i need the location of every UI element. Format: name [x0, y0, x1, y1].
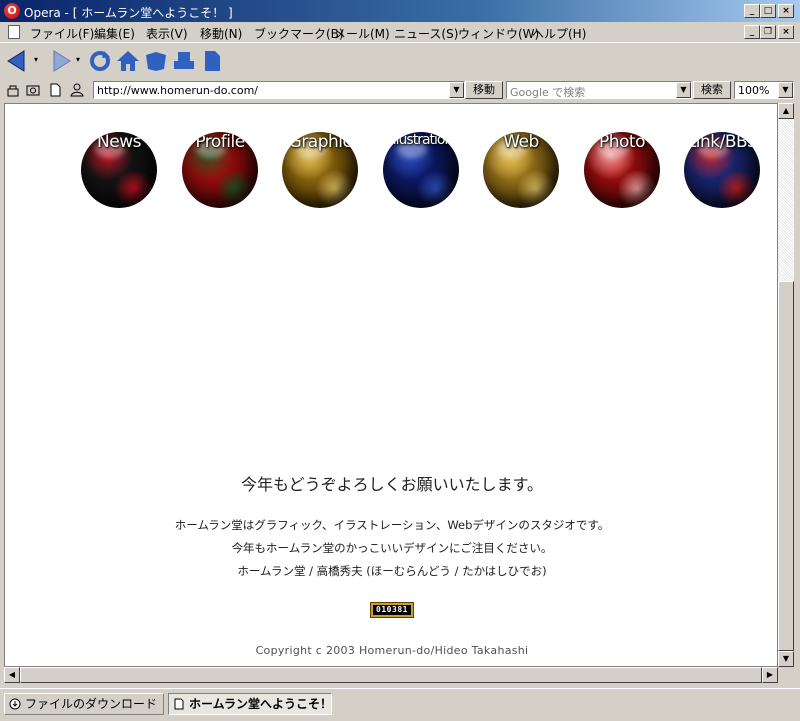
horizontal-scroll-thumb[interactable] [20, 667, 762, 683]
nav-label: Link/BBS [686, 132, 758, 152]
nav-label: Photo [599, 132, 646, 152]
security-icon[interactable] [6, 83, 20, 97]
menu-bookmarks[interactable]: ブックマーク(B) [254, 25, 344, 42]
nav-label: Illustration [389, 132, 454, 148]
doc-close-button[interactable]: × [778, 25, 794, 39]
document-icon[interactable] [200, 49, 224, 73]
search-engine-dropdown-icon[interactable]: ▼ [676, 82, 691, 98]
menu-news[interactable]: ニュース(S) [394, 25, 458, 42]
user-icon[interactable] [70, 83, 84, 97]
nav-news-button[interactable]: News [81, 132, 157, 208]
nav-label: Profile [195, 132, 245, 152]
description-line: ホームラン堂はグラフィック、イラストレーション、Webデザインのスタジオです。 [174, 518, 610, 532]
tab-label: ファイルのダウンロード [25, 697, 158, 711]
window-title: Opera - [ ホームラン堂へようこそ！ ] [24, 6, 233, 20]
minimize-button[interactable]: _ [744, 4, 760, 18]
nav-label: News [97, 132, 141, 152]
page-content: News Profile Graphic Illustration Web Photo Li… [4, 103, 778, 667]
page-icon [174, 698, 184, 710]
scroll-left-icon[interactable]: ◀ [4, 667, 20, 683]
nav-illustration-button[interactable]: Illustration [383, 132, 459, 208]
menu-help[interactable]: ヘルプ(H) [532, 25, 586, 42]
copyright-text: Copyright c 2003 Homerun-do/Hideo Takaha… [255, 644, 529, 657]
document-icon [8, 25, 20, 39]
back-icon[interactable] [6, 49, 30, 73]
doc-minimize-button[interactable]: _ [744, 25, 760, 39]
maximize-button[interactable]: □ [760, 4, 776, 18]
url-dropdown-icon[interactable]: ▼ [449, 82, 464, 98]
nav-link-bbs-button[interactable]: Link/BBS [684, 132, 760, 208]
nav-profile-button[interactable]: Profile [182, 132, 258, 208]
scroll-right-icon[interactable]: ▶ [762, 667, 778, 683]
home-icon[interactable] [116, 49, 140, 73]
forward-dropdown-icon[interactable]: ▾ [76, 55, 80, 64]
url-input[interactable]: http://www.homerun-do.com/ [93, 81, 465, 99]
tab-homerun-do[interactable]: ホームラン堂へようこそ！ [168, 693, 332, 715]
close-button[interactable]: × [778, 4, 794, 18]
scroll-up-icon[interactable]: ▲ [778, 103, 794, 119]
vertical-scroll-thumb[interactable] [778, 281, 794, 651]
menu-window[interactable]: ウィンドウ(W) [458, 25, 539, 42]
description-line: 今年もホームラン堂のかっこいいデザインにご注目ください。 [231, 541, 553, 555]
scroll-down-icon[interactable]: ▼ [778, 651, 794, 667]
nav-photo-button[interactable]: Photo [584, 132, 660, 208]
nav-web-button[interactable]: Web [483, 132, 559, 208]
horizontal-scrollbar[interactable]: ◀ ▶ [4, 667, 778, 683]
visitor-counter: 010381 [370, 602, 414, 618]
doc-restore-button[interactable]: ❐ [760, 25, 776, 39]
print-icon[interactable] [172, 49, 196, 73]
menu-view[interactable]: 表示(V) [146, 25, 188, 42]
download-icon [9, 698, 21, 710]
zoom-dropdown-icon[interactable]: ▼ [778, 82, 793, 98]
go-button[interactable]: 移動 [465, 81, 503, 99]
counter-value: 010381 [373, 605, 411, 615]
back-dropdown-icon[interactable]: ▾ [34, 55, 38, 64]
menu-bar: ファイル(F) 編集(E) 表示(V) 移動(N) ブックマーク(B) メール(… [0, 22, 800, 42]
menu-edit[interactable]: 編集(E) [94, 25, 135, 42]
forward-icon[interactable] [48, 49, 72, 73]
opera-logo-icon: O [4, 3, 20, 19]
tab-label: ホームラン堂へようこそ！ [189, 697, 333, 711]
page-icon[interactable] [48, 83, 62, 97]
nav-graphic-button[interactable]: Graphic [282, 132, 358, 208]
tab-downloads[interactable]: ファイルのダウンロード [4, 693, 164, 715]
vertical-scrollbar[interactable]: ▲ ▼ [778, 103, 794, 667]
address-bar: http://www.homerun-do.com/ ▼ 移動 Google で… [0, 79, 800, 102]
menu-navigate[interactable]: 移動(N) [200, 25, 242, 42]
greeting-text: 今年もどうぞよろしくお願いいたします。 [240, 475, 544, 494]
search-button[interactable]: 検索 [693, 81, 731, 99]
nav-ball-bar: News Profile Graphic Illustration Web Photo Li… [81, 132, 777, 212]
nav-label: Graphic [288, 132, 352, 152]
description-line: ホームラン堂 / 高橋秀夫 (ほーむらんどう / たかはしひでお) [237, 564, 547, 578]
search-input[interactable]: Google で検索 [506, 81, 692, 99]
toolbar: ▾ ▾ [0, 42, 800, 80]
title-bar: O Opera - [ ホームラン堂へようこそ！ ] _ □ × [0, 0, 800, 22]
menu-file[interactable]: ファイル(F) [30, 25, 94, 42]
reload-icon[interactable] [88, 49, 112, 73]
menu-mail[interactable]: メール(M) [334, 25, 390, 42]
camera-icon[interactable] [26, 83, 40, 97]
page-tab-bar: ファイルのダウンロード ホームラン堂へようこそ！ [0, 688, 800, 721]
hotlist-icon[interactable] [144, 49, 168, 73]
nav-label: Web [503, 132, 539, 152]
